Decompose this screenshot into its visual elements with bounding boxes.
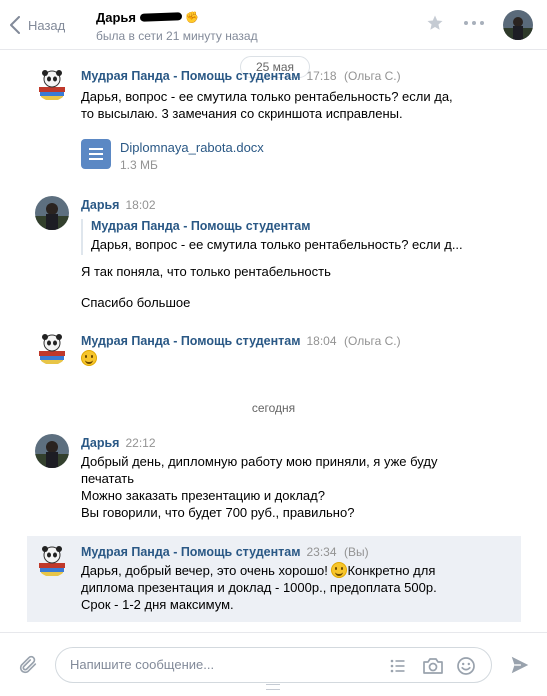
message-time: 18:04 <box>306 334 337 348</box>
hand-emoji-icon: ✊ <box>185 11 199 24</box>
message-sender: (Вы) <box>344 545 369 559</box>
panda-avatar[interactable] <box>35 543 69 577</box>
message-text: Дарья, добрый вечер, это очень хорошо! К… <box>81 562 437 612</box>
smile-emoji-icon <box>81 350 97 366</box>
panda-avatar[interactable] <box>35 67 69 101</box>
emoji-icon[interactable] <box>456 656 476 676</box>
message-time: 23:34 <box>306 545 337 559</box>
template-list-icon[interactable] <box>388 656 408 676</box>
camera-icon[interactable] <box>422 656 444 676</box>
document-icon <box>81 139 111 169</box>
message-author[interactable]: Мудрая Панда - Помощь студентам 18:04 (Ол… <box>81 334 401 348</box>
chevron-left-icon <box>10 16 20 34</box>
message-input-box[interactable] <box>55 647 492 683</box>
reply-quote[interactable]: Мудрая Панда - Помощь студентам Дарья, в… <box>81 219 463 255</box>
message-text <box>81 350 97 367</box>
more-icon[interactable] <box>464 21 484 25</box>
user-avatar[interactable] <box>35 196 69 230</box>
message-text: Спасибо большое <box>81 295 191 310</box>
document-size: 1.3 МБ <box>120 158 158 172</box>
message-author[interactable]: Дарья 18:02 <box>81 198 156 212</box>
message-author[interactable]: Мудрая Панда - Помощь студентам 23:34 (Вы… <box>81 545 369 559</box>
resize-handle[interactable] <box>266 684 280 690</box>
send-icon[interactable] <box>509 654 531 676</box>
message-sender: (Ольга С.) <box>344 334 401 348</box>
message-text: Добрый день, дипломную работу мою принял… <box>81 454 438 520</box>
peer-status: была в сети 21 минуту назад <box>96 29 258 43</box>
back-label: Назад <box>28 17 66 33</box>
redaction-mark <box>139 12 183 22</box>
smile-emoji-icon <box>331 562 348 578</box>
quote-text: Дарья, вопрос - ее смутила только рентаб… <box>91 237 463 252</box>
message-sender: (Ольга С.) <box>344 69 401 83</box>
user-avatar[interactable] <box>35 434 69 468</box>
today-divider: сегодня <box>251 401 296 415</box>
chat-header: Назад Дарья ✊ была в сети 21 минуту наза… <box>0 0 547 50</box>
peer-info[interactable]: Дарья ✊ была в сети 21 минуту назад <box>96 9 258 44</box>
message-input[interactable] <box>70 657 370 672</box>
panda-avatar[interactable] <box>35 331 69 365</box>
message-author[interactable]: Мудрая Панда - Помощь студентам 17:18 (Ол… <box>81 69 401 83</box>
message-time: 18:02 <box>125 198 156 212</box>
message-text: Дарья, вопрос - ее смутила только рентаб… <box>81 89 453 121</box>
document-attachment[interactable]: Diplomnaya_rabota.docx 1.3 МБ <box>81 139 264 172</box>
peer-avatar[interactable] <box>503 10 533 40</box>
document-name[interactable]: Diplomnaya_rabota.docx <box>120 140 264 155</box>
message-time: 17:18 <box>306 69 337 83</box>
star-icon[interactable] <box>426 14 444 32</box>
back-button[interactable]: Назад <box>10 14 65 36</box>
paperclip-icon[interactable] <box>17 653 39 677</box>
quote-author: Мудрая Панда - Помощь студентам <box>91 219 311 233</box>
peer-name: Дарья <box>96 9 137 25</box>
message-time: 22:12 <box>125 436 156 450</box>
message-author[interactable]: Дарья 22:12 <box>81 436 156 450</box>
message-text: Я так поняла, что только рентабельность <box>81 264 331 279</box>
